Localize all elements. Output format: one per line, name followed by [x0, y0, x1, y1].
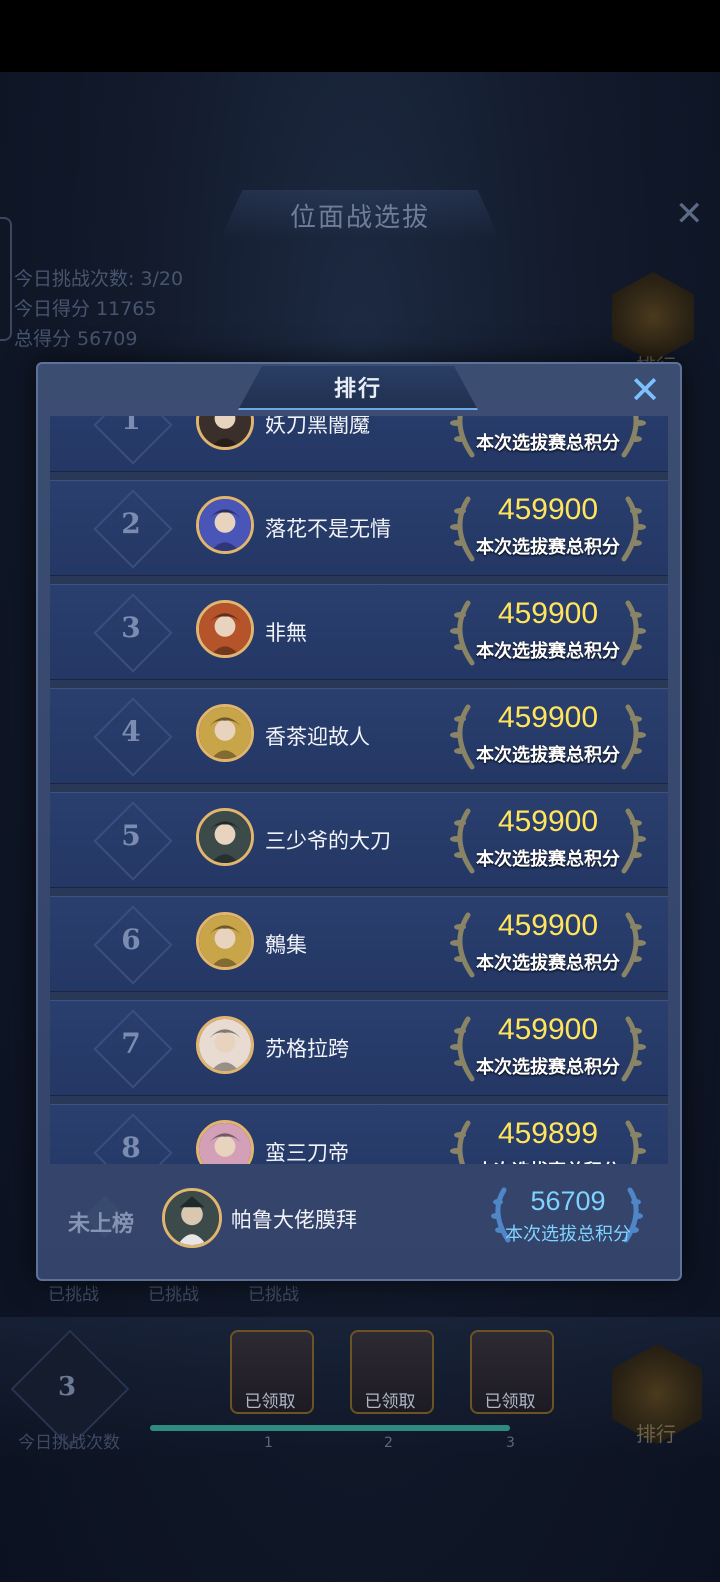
- reward-progress-bar: [150, 1425, 510, 1431]
- player-score: 459900: [497, 701, 599, 734]
- player-portrait: [199, 603, 251, 655]
- modal-title: 排行: [333, 376, 382, 402]
- player-score: 459899: [497, 1117, 599, 1150]
- ranking-row[interactable]: 6 鷯集 459900 本次选拔赛总积分: [50, 896, 668, 992]
- player-score: 459900: [450, 416, 646, 423]
- player-portrait: [199, 1123, 251, 1164]
- score-caption: 本次选拔赛总积分: [450, 1157, 646, 1164]
- ranking-row[interactable]: 3 非無 459900 本次选拔赛总积分: [50, 584, 668, 680]
- rank-number: 7: [121, 1027, 141, 1060]
- background-close-icon: ✕: [675, 194, 704, 234]
- challenged-label-3: 已挑战: [248, 1285, 299, 1305]
- score-caption: 本次选拔赛总积分: [476, 745, 620, 766]
- challenged-label-1: 已挑战: [48, 1285, 99, 1305]
- player-name: 妖刀黑闇魔: [265, 416, 370, 437]
- rank-number: 1: [121, 416, 141, 436]
- avatar[interactable]: [162, 1188, 222, 1248]
- ranking-list[interactable]: 1 妖刀黑闇魔 本次选拔赛总积分 2 落花不是无情 459900 本次选拔赛总积…: [50, 416, 668, 1164]
- avatar[interactable]: [196, 912, 254, 970]
- avatar[interactable]: [196, 416, 254, 450]
- player-score: 459900: [497, 909, 599, 942]
- today-count-label: 今日挑战次数: [18, 1433, 120, 1453]
- score-caption: 本次选拔赛总积分: [476, 1057, 620, 1078]
- player-portrait: [199, 707, 251, 759]
- ranking-row[interactable]: 1 妖刀黑闇魔 本次选拔赛总积分: [50, 416, 668, 472]
- avatar[interactable]: [196, 1120, 254, 1164]
- self-rank-status: 未上榜: [68, 1211, 135, 1237]
- player-score: 459900: [497, 1013, 599, 1046]
- rank-number: 2: [121, 507, 141, 540]
- background-title-bar: 位面战选拔: [220, 190, 500, 240]
- player-portrait: [199, 499, 251, 551]
- self-ranking-row: 未上榜 帕鲁大佬膜拜 56709 本次选拔总积分: [50, 1168, 668, 1268]
- player-score: 459900: [497, 597, 599, 630]
- reward-chest-2-label: 已领取: [364, 1392, 416, 1412]
- stat-total-score: 总得分 56709: [14, 328, 138, 350]
- score-caption: 本次选拔赛总积分: [476, 641, 620, 662]
- ranking-row[interactable]: 4 香茶迎故人 459900 本次选拔赛总积分: [50, 688, 668, 784]
- player-name: 鷯集: [265, 933, 307, 957]
- rank-number: 4: [121, 715, 141, 748]
- ranking-row[interactable]: 5 三少爷的大刀 459900 本次选拔赛总积分: [50, 792, 668, 888]
- reward-progress-fill: [150, 1425, 510, 1431]
- stat-today-score: 今日得分 11765: [14, 298, 157, 320]
- reward-step-2: 2: [384, 1435, 393, 1451]
- avatar[interactable]: [196, 496, 254, 554]
- player-name: 落花不是无情: [265, 517, 391, 541]
- background-rank-button-label: 排行: [636, 1422, 676, 1446]
- player-name: 三少爷的大刀: [265, 829, 391, 853]
- reward-chest-3-label: 已领取: [484, 1392, 536, 1412]
- background-title: 位面战选拔: [289, 202, 430, 233]
- player-name: 非無: [265, 621, 307, 645]
- player-name: 苏格拉跨: [265, 1037, 349, 1061]
- reward-chest-1-label: 已领取: [244, 1392, 296, 1412]
- avatar[interactable]: [196, 808, 254, 866]
- player-name: 香茶迎故人: [265, 725, 370, 749]
- rank-number: 8: [121, 1131, 141, 1164]
- background-side-frame: [0, 217, 12, 341]
- background-rank-icon: [612, 272, 694, 362]
- rank-number: 3: [121, 611, 141, 644]
- player-score: 459900: [497, 805, 599, 838]
- reward-step-3: 3: [506, 1435, 515, 1451]
- score-caption: 本次选拔赛总积分: [476, 433, 620, 454]
- ranking-row[interactable]: 8 蛮三刀帝 459899: [50, 1104, 668, 1164]
- stat-today-attempts: 今日挑战次数: 3/20: [14, 268, 184, 290]
- ranking-row[interactable]: 7 苏格拉跨 459900 本次选拔赛总积分: [50, 1000, 668, 1096]
- player-portrait: [199, 1019, 251, 1071]
- today-count: 3: [58, 1372, 77, 1402]
- avatar[interactable]: [196, 600, 254, 658]
- ranking-modal: 排行 ✕ 1 妖刀黑闇魔 本次选拔赛总积分 2 落花不是无情 459900 本次…: [36, 362, 682, 1281]
- self-avatar-portrait: [165, 1191, 219, 1245]
- self-player-name: 帕鲁大佬膜拜: [231, 1208, 357, 1232]
- modal-header: 排行: [238, 366, 478, 410]
- player-name: 蛮三刀帝: [265, 1141, 349, 1164]
- rank-number: 5: [121, 819, 141, 852]
- close-icon[interactable]: ✕: [626, 371, 664, 410]
- player-score: 459900: [497, 493, 599, 526]
- challenged-label-2: 已挑战: [148, 1285, 199, 1305]
- score-caption: 本次选拔赛总积分: [476, 537, 620, 558]
- avatar[interactable]: [196, 704, 254, 762]
- self-score: 56709: [530, 1186, 606, 1216]
- score-caption: 本次选拔赛总积分: [476, 953, 620, 974]
- rank-number: 6: [121, 923, 141, 956]
- background-stats: 今日挑战次数: 3/20 今日得分 11765 总得分 56709: [14, 264, 183, 354]
- player-portrait: [199, 811, 251, 863]
- reward-step-1: 1: [264, 1435, 273, 1451]
- player-portrait: [199, 915, 251, 967]
- score-caption: 本次选拔赛总积分: [476, 849, 620, 870]
- self-score-caption: 本次选拔总积分: [505, 1224, 631, 1245]
- avatar[interactable]: [196, 1016, 254, 1074]
- player-portrait: [199, 416, 251, 447]
- ranking-row[interactable]: 2 落花不是无情 459900 本次选拔赛总积分: [50, 480, 668, 576]
